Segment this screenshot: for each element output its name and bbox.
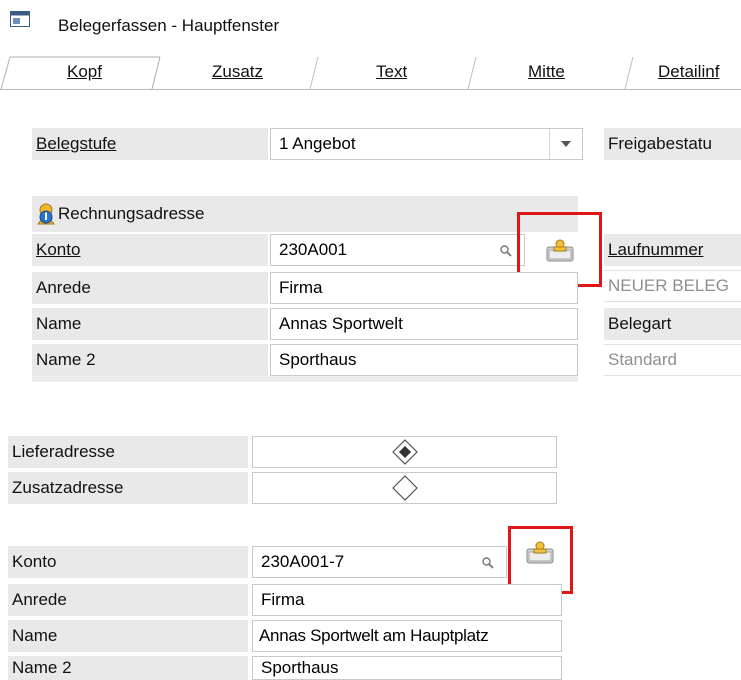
rechnungsadresse-header: Rechnungsadresse (32, 196, 578, 232)
radio-checked-icon[interactable] (391, 439, 418, 465)
rechnung-konto-input[interactable]: 230A001 (270, 234, 525, 266)
liefer-konto-value: 230A001-7 (261, 552, 345, 571)
liefer-name-input[interactable]: Annas Sportwelt am Hauptplatz (252, 620, 562, 652)
lieferadresse-radio-cell[interactable] (252, 436, 557, 468)
belegstufe-select[interactable]: 1 Angebot (270, 128, 583, 160)
zusatzadresse-radio-cell[interactable] (252, 472, 557, 504)
address-info-icon (37, 203, 55, 225)
liefer-anrede-input[interactable]: Firma (252, 584, 562, 616)
rechnung-konto-value: 230A001 (279, 240, 348, 259)
rechnung-name2-label: Name 2 (32, 344, 268, 376)
liefer-name-value: Annas Sportwelt am Hauptplatz (259, 626, 489, 645)
belegart-value: Standard (604, 344, 741, 376)
belegstufe-label: Belegstufe (32, 128, 268, 160)
laufnummer-label: Laufnummer (604, 234, 741, 266)
tab-mitte[interactable]: Mitte (528, 62, 565, 82)
tab-baseline (0, 89, 741, 90)
rechnung-anrede-label: Anrede (32, 272, 268, 304)
belegstufe-dropdown-button[interactable] (549, 129, 582, 159)
liefer-anrede-value: Firma (261, 590, 305, 609)
rechnung-name-label-text: Name (36, 314, 82, 333)
tab-zusatz[interactable]: Zusatz (212, 62, 263, 82)
liefer-name2-label: Name 2 (8, 656, 248, 680)
magnifier-icon[interactable] (500, 245, 512, 257)
magnifier-icon[interactable] (482, 557, 494, 569)
rechnungsadresse-title: Rechnungsadresse (58, 204, 205, 223)
liefer-konto-label: Konto (8, 546, 248, 578)
rechnung-anrede-input[interactable]: Firma (270, 272, 578, 304)
tab-detailinfo[interactable]: Detailinf (658, 62, 719, 82)
tab-kopf[interactable]: Kopf (67, 62, 102, 82)
liefer-anrede-label: Anrede (8, 584, 248, 616)
window-icon (10, 11, 30, 27)
rechnung-konto-label-text: Konto (36, 240, 81, 259)
belegstufe-value: 1 Angebot (279, 134, 356, 153)
belegstufe-label-text: Belegstufe (36, 134, 117, 153)
rechnung-konto-label: Konto (32, 234, 268, 266)
zusatzadresse-label: Zusatzadresse (8, 472, 248, 504)
chevron-down-icon (561, 141, 571, 147)
window-title: Belegerfassen - Hauptfenster (58, 16, 280, 35)
lieferadresse-label: Lieferadresse (8, 436, 248, 468)
rechnung-anrede-label-text: Anrede (36, 278, 91, 297)
address-book-icon[interactable] (546, 238, 574, 262)
laufnummer-label-text: Laufnummer (608, 240, 704, 259)
rechnung-name2-value: Sporthaus (279, 350, 357, 369)
belegart-label: Belegart (604, 308, 741, 340)
rechnung-name-value: Annas Sportwelt (279, 314, 403, 333)
liefer-konto-input[interactable]: 230A001-7 (252, 546, 507, 578)
rechnung-anrede-value: Firma (279, 278, 323, 297)
laufnummer-value: NEUER BELEG (604, 270, 741, 302)
liefer-name-label: Name (8, 620, 248, 652)
liefer-name2-input[interactable]: Sporthaus (252, 656, 562, 680)
rechnung-name-label: Name (32, 308, 268, 340)
rechnung-name2-input[interactable]: Sporthaus (270, 344, 578, 376)
liefer-name2-value: Sporthaus (261, 658, 339, 677)
rechnung-block-bottom (32, 376, 578, 382)
freigabestatus-label-text: Freigabestatu (608, 134, 712, 153)
rechnung-name2-label-text: Name 2 (36, 350, 96, 369)
tab-text[interactable]: Text (376, 62, 407, 82)
address-book-icon[interactable] (526, 540, 554, 564)
rechnung-name-input[interactable]: Annas Sportwelt (270, 308, 578, 340)
tab-strip (0, 56, 634, 90)
freigabestatus-label: Freigabestatu (604, 128, 741, 160)
radio-unchecked-icon[interactable] (391, 475, 418, 501)
